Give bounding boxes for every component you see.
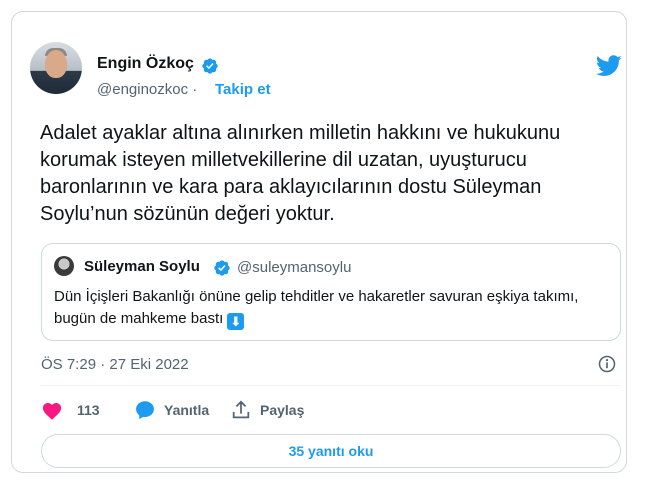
share-label: Paylaş xyxy=(260,402,305,418)
heart-icon xyxy=(42,403,62,420)
quoted-author-name: Süleyman Soylu xyxy=(84,258,200,275)
follow-button[interactable]: Takip et xyxy=(215,81,271,98)
like-count: 113 xyxy=(77,402,100,418)
quoted-tweet[interactable]: Süleyman Soylu @suleymansoylu Dün İçişle… xyxy=(41,243,621,341)
author-name[interactable]: Engin Özkoç xyxy=(97,55,194,73)
share-button[interactable]: Paylaş xyxy=(230,398,304,422)
author-avatar[interactable] xyxy=(30,42,82,94)
reply-button[interactable]: Yanıtla xyxy=(134,398,209,422)
twitter-bird-icon[interactable] xyxy=(596,55,622,77)
verified-badge-icon xyxy=(202,58,218,74)
tweet-timestamp[interactable]: ÖS 7:29 · 27 Eki 2022 xyxy=(41,356,189,373)
read-replies-button[interactable]: 35 yanıtı oku xyxy=(41,434,621,468)
down-arrow-emoji-icon: ⬇ xyxy=(227,313,245,330)
handle-separator: · xyxy=(192,81,198,98)
tweet-text: Adalet ayaklar altına alınırken milletin… xyxy=(40,122,561,225)
quoted-text-content: Dün İçişleri Bakanlığı önüne gelip tehdi… xyxy=(54,288,579,327)
author-handle-text[interactable]: @enginozkoc xyxy=(97,81,188,98)
quoted-tweet-text: Dün İçişleri Bakanlığı önüne gelip tehdi… xyxy=(54,286,599,330)
share-icon xyxy=(232,400,250,419)
verified-badge-icon xyxy=(214,260,230,276)
quoted-author-handle: @suleymansoylu xyxy=(237,259,352,276)
reply-bubble-icon xyxy=(136,401,154,420)
quoted-avatar[interactable] xyxy=(54,256,74,276)
info-icon[interactable] xyxy=(597,354,617,374)
like-button[interactable]: 113 xyxy=(41,398,100,422)
author-handle[interactable]: @enginozkoc · xyxy=(97,81,197,98)
reply-label: Yanıtla xyxy=(164,402,210,418)
tweet-card: Engin Özkoç @enginozkoc · Takip et Adale… xyxy=(11,11,627,473)
divider xyxy=(40,385,622,386)
avatar-face xyxy=(45,50,67,78)
